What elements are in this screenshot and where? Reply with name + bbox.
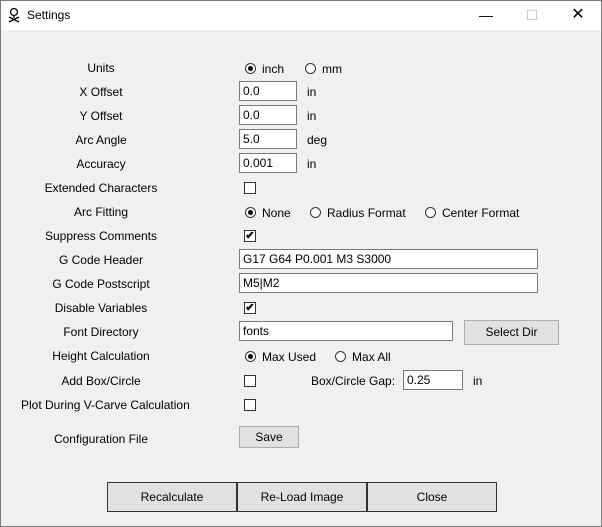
window-title: Settings — [27, 8, 71, 22]
plot-vcarve-checkbox[interactable] — [244, 399, 256, 411]
box-circle-gap-label: Box/Circle Gap: — [311, 374, 396, 388]
settings-window: Settings — ☐ ✕ Units inch mm X Offset in… — [0, 0, 602, 527]
add-box-circle-label: Add Box/Circle — [61, 374, 141, 388]
title-bar: Settings — ☐ ✕ — [1, 1, 601, 30]
units-inch-radio[interactable] — [245, 63, 256, 74]
gcode-postscript-label: G Code Postscript — [52, 277, 150, 291]
extended-characters-label: Extended Characters — [44, 181, 158, 195]
units-mm-radio[interactable] — [305, 63, 316, 74]
units-inch-label: inch — [262, 62, 285, 76]
arc-angle-unit: deg — [307, 133, 328, 147]
y-offset-unit: in — [307, 109, 317, 123]
box-circle-gap-unit: in — [473, 374, 483, 388]
select-dir-button[interactable]: Select Dir — [464, 320, 559, 345]
accuracy-label: Accuracy — [76, 157, 126, 171]
height-max-used-label: Max Used — [262, 350, 317, 364]
accuracy-unit: in — [307, 157, 317, 171]
arc-fitting-center-radio[interactable] — [425, 207, 436, 218]
gcode-header-label: G Code Header — [58, 253, 144, 267]
close-window-button[interactable]: ✕ — [555, 1, 601, 30]
maximize-button: ☐ — [525, 7, 539, 23]
arc-angle-label: Arc Angle — [75, 133, 127, 147]
arc-fitting-label: Arc Fitting — [73, 205, 128, 219]
arc-angle-input[interactable] — [239, 129, 297, 149]
x-offset-input[interactable] — [239, 81, 297, 101]
y-offset-label: Y Offset — [79, 109, 123, 123]
disable-variables-checkbox[interactable]: ✔ — [244, 302, 256, 314]
gcode-header-input[interactable] — [239, 249, 538, 269]
x-offset-unit: in — [307, 85, 317, 99]
app-icon — [8, 7, 20, 23]
x-offset-label: X Offset — [79, 85, 123, 99]
disable-variables-label: Disable Variables — [54, 301, 148, 315]
plot-vcarve-label: Plot During V-Carve Calculation — [21, 398, 190, 412]
configuration-file-label: Configuration File — [53, 432, 149, 446]
suppress-comments-label: Suppress Comments — [44, 229, 158, 243]
arc-fitting-radius-radio[interactable] — [310, 207, 321, 218]
close-button[interactable]: Close — [367, 482, 497, 512]
arc-fitting-radius-label: Radius Format — [327, 206, 406, 220]
arc-fitting-center-label: Center Format — [442, 206, 520, 220]
height-calculation-label: Height Calculation — [52, 349, 150, 363]
height-max-all-label: Max All — [352, 350, 391, 364]
height-max-used-radio[interactable] — [245, 351, 256, 362]
y-offset-input[interactable] — [239, 105, 297, 125]
recalculate-button[interactable]: Recalculate — [107, 482, 237, 512]
units-label: Units — [87, 61, 115, 75]
units-mm-label: mm — [322, 62, 342, 76]
add-box-circle-checkbox[interactable] — [244, 375, 256, 387]
font-directory-input[interactable] — [239, 321, 453, 341]
gcode-postscript-input[interactable] — [239, 273, 538, 293]
arc-fitting-none-label: None — [262, 206, 291, 220]
save-button[interactable]: Save — [239, 426, 299, 448]
suppress-comments-checkbox[interactable]: ✔ — [244, 230, 256, 242]
height-max-all-radio[interactable] — [335, 351, 346, 362]
arc-fitting-none-radio[interactable] — [245, 207, 256, 218]
accuracy-input[interactable] — [239, 153, 297, 173]
reload-image-button[interactable]: Re-Load Image — [237, 482, 367, 512]
minimize-button[interactable]: — — [463, 1, 509, 30]
font-directory-label: Font Directory — [63, 325, 139, 339]
extended-characters-checkbox[interactable] — [244, 182, 256, 194]
box-circle-gap-input[interactable] — [403, 370, 463, 390]
